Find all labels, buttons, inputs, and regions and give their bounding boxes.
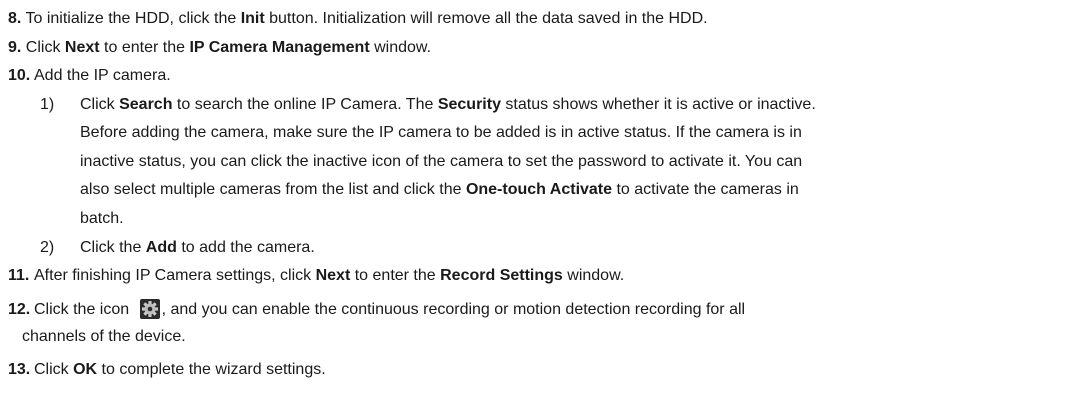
step-bold-text: Search xyxy=(119,96,173,113)
step-bold-text: Init xyxy=(240,10,265,27)
step-12: 12. Click the icon , and you can enable t… xyxy=(8,299,745,319)
step-text: After finishing IP Camera settings, clic… xyxy=(34,267,316,284)
step-text: to complete the wizard settings. xyxy=(97,361,326,378)
step-bold-text: IP Camera Management xyxy=(189,39,370,56)
step-bold-text: OK xyxy=(73,361,98,378)
step-11: 11. After finishing IP Camera settings, c… xyxy=(8,266,624,286)
step-text: button. Initialization will remove all t… xyxy=(264,10,708,27)
step-text: to activate the cameras in xyxy=(612,181,799,198)
step-number: 8. xyxy=(8,10,22,27)
step-13: 13. Click OK to complete the wizard setti… xyxy=(8,360,326,380)
step-bold-text: Next xyxy=(64,39,100,56)
step-number: 9. xyxy=(8,39,22,56)
substep-number: 2) xyxy=(40,239,55,256)
substep-number: 1) xyxy=(40,96,55,113)
step-bold-text: One-touch Activate xyxy=(465,181,613,198)
step-text: channels of the device. xyxy=(22,328,186,345)
step-bold-text: Next xyxy=(315,267,351,284)
step-text: to enter the xyxy=(350,267,441,284)
step-number: 13. xyxy=(8,361,31,378)
instruction-document: 8. To initialize the HDD, click the Init… xyxy=(0,0,1086,394)
step-text: batch. xyxy=(80,210,124,227)
substep-1-line-2: Before adding the camera, make sure the … xyxy=(80,123,802,143)
step-number: 10. xyxy=(8,67,31,84)
step-text: Before adding the camera, make sure the … xyxy=(80,124,802,141)
step-text: window. xyxy=(562,267,625,284)
step-text: to add the camera. xyxy=(176,239,315,256)
step-bold-text: Record Settings xyxy=(440,267,563,284)
step-text: also select multiple cameras from the li… xyxy=(80,181,466,198)
substep-1-line-4: also select multiple cameras from the li… xyxy=(80,180,799,200)
step-number: 12. xyxy=(8,301,31,318)
gear-icon[interactable] xyxy=(139,299,160,319)
step-text: To initialize the HDD, click the xyxy=(21,10,241,27)
step-9: 9. Click Next to enter the IP Camera Man… xyxy=(8,38,431,58)
substep-1-line-3: inactive status, you can click the inact… xyxy=(80,152,802,172)
step-text: inactive status, you can click the inact… xyxy=(80,153,803,170)
gear-icon-graphic xyxy=(139,299,160,319)
step-text: status shows whether it is active or ina… xyxy=(500,96,816,113)
step-text: , and you can enable the continuous reco… xyxy=(161,301,746,318)
step-10: 10. Add the IP camera. xyxy=(8,66,171,86)
step-12-line-2: channels of the device. xyxy=(22,327,186,347)
step-text: Click the xyxy=(80,239,146,256)
step-number: 11. xyxy=(8,267,30,284)
substep-2: 2) Click the Add to add the camera. xyxy=(40,238,315,258)
step-bold-text: Security xyxy=(437,96,501,113)
step-text: Click xyxy=(21,39,65,56)
substep-1-line-1: 1) Click Search to search the online IP C… xyxy=(40,95,816,115)
step-text: Click xyxy=(34,361,74,378)
step-text: Click the icon xyxy=(34,301,134,318)
step-text: window. xyxy=(369,39,432,56)
step-text: to enter the xyxy=(99,39,190,56)
step-bold-text: Add xyxy=(145,239,177,256)
step-8: 8. To initialize the HDD, click the Init… xyxy=(8,9,708,29)
step-text: to search the online IP Camera. The xyxy=(172,96,438,113)
substep-1-line-5: batch. xyxy=(80,209,124,229)
step-text: Add the IP camera. xyxy=(34,67,171,84)
step-text: Click xyxy=(80,96,120,113)
